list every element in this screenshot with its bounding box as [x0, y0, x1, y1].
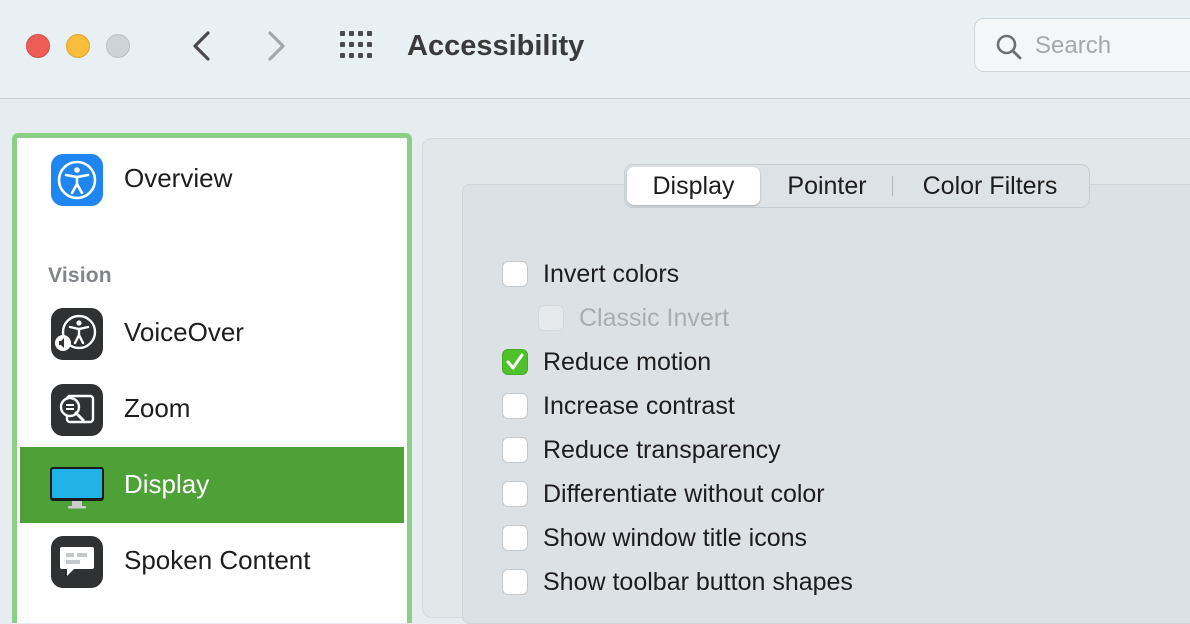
forward-button[interactable]: [256, 26, 296, 66]
checkbox[interactable]: [502, 437, 528, 463]
tab-pointer[interactable]: Pointer: [765, 167, 889, 205]
search-field[interactable]: [974, 18, 1190, 72]
checkbox: [538, 305, 564, 331]
sidebar-item-label: Spoken Content: [124, 545, 311, 575]
voiceover-icon: [51, 308, 103, 360]
search-icon: [996, 34, 1022, 60]
option-label: Differentiate without color: [543, 480, 825, 508]
back-button[interactable]: [182, 26, 222, 66]
title-bar: Accessibility: [0, 0, 1190, 99]
minimize-button[interactable]: [66, 34, 90, 58]
show-all-button[interactable]: [336, 28, 378, 62]
display-icon: [50, 467, 104, 509]
option-label: Classic Invert: [579, 304, 730, 332]
sidebar-item-label: Zoom: [124, 393, 191, 423]
search-input[interactable]: [1035, 29, 1190, 63]
zoom-icon: [51, 384, 103, 436]
chevron-right-icon: [268, 31, 285, 61]
tab-divider: [892, 176, 893, 196]
sidebar-item-label: Overview: [124, 163, 233, 193]
checkbox[interactable]: [502, 393, 528, 419]
tab-bar: Display Pointer Color Filters: [624, 164, 1090, 208]
checkbox[interactable]: [502, 261, 528, 287]
checkbox[interactable]: [502, 569, 528, 595]
sidebar-item-label: VoiceOver: [124, 317, 244, 347]
tab-color-filters[interactable]: Color Filters: [897, 167, 1083, 205]
sidebar-item-voiceover[interactable]: VoiceOver: [20, 295, 404, 371]
option-label: Show toolbar button shapes: [543, 568, 853, 596]
sidebar: Overview Vision VoiceOver Zoom Display S…: [12, 133, 412, 623]
chevron-left-icon: [193, 31, 210, 61]
option-label: Invert colors: [543, 260, 680, 288]
window-title: Accessibility: [407, 30, 585, 62]
close-button[interactable]: [26, 34, 50, 58]
zoom-button[interactable]: [106, 34, 130, 58]
option-label: Increase contrast: [543, 392, 735, 420]
checkbox[interactable]: [502, 481, 528, 507]
option-label: Reduce motion: [543, 348, 712, 376]
checkbox[interactable]: [502, 349, 528, 375]
option-label: Show window title icons: [543, 524, 808, 552]
sidebar-item-zoom[interactable]: Zoom: [20, 371, 404, 447]
option-label: Reduce transparency: [543, 436, 781, 464]
sidebar-item-spoken-content[interactable]: Spoken Content: [20, 523, 404, 599]
sidebar-item-overview[interactable]: Overview: [20, 141, 404, 217]
grid-icon: [340, 31, 372, 58]
checkmark-icon: [506, 353, 524, 370]
accessibility-icon: [51, 154, 103, 206]
sidebar-item-display[interactable]: Display: [20, 447, 404, 523]
speech-bubble-icon: [51, 536, 103, 588]
checkbox[interactable]: [502, 525, 528, 551]
tab-display[interactable]: Display: [627, 167, 760, 205]
section-heading-vision: Vision: [48, 264, 112, 287]
sidebar-item-label: Display: [124, 469, 210, 499]
